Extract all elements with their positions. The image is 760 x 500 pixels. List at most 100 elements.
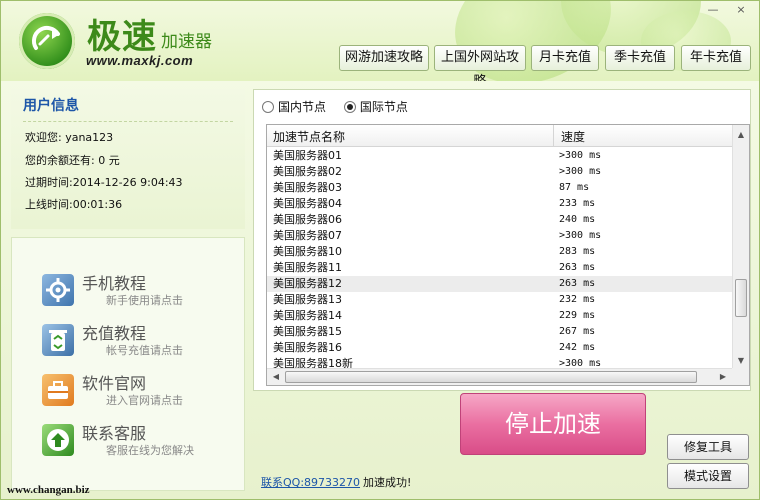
node-row[interactable]: 美国服务器07 >300 ms: [267, 228, 733, 244]
expire-text: 过期时间:2014-12-26 9:04:43: [25, 176, 183, 189]
node-speed: 233 ms: [559, 198, 596, 209]
scroll-left-icon[interactable]: ◀: [268, 369, 284, 385]
node-name: 美国服务器12: [273, 277, 342, 290]
node-name: 美国服务器11: [273, 261, 342, 274]
node-row[interactable]: 美国服务器12 263 ms: [267, 276, 733, 292]
header: 极速 加速器 www.maxkj.com — × 网游加速攻略 上国外网站攻略 …: [1, 1, 759, 81]
scroll-up-icon[interactable]: ▲: [733, 127, 749, 143]
node-speed: 263 ms: [559, 278, 596, 289]
node-name: 美国服务器06: [273, 213, 342, 226]
menu-title: 手机教程: [82, 274, 147, 293]
user-info-panel: 用户信息 欢迎您: yana123 您的余额还有: 0 元 过期时间:2014-…: [11, 89, 245, 229]
menu-subtitle: 帐号充值请点击: [106, 344, 183, 357]
toolbox-icon: [42, 374, 74, 406]
menu-panel: 手机教程 新手使用请点击 充值教程 帐号充值请点击 软件官网 进入官网请点击 联…: [11, 237, 245, 491]
node-list: 加速节点名称 速度 美国服务器01 >300 ms 美国服务器02 >300 ms 美国…: [266, 124, 750, 386]
user-info-title: 用户信息: [23, 98, 79, 114]
gear-icon: [42, 274, 74, 306]
status-message: 加速成功!: [363, 476, 412, 489]
node-speed: 87 ms: [559, 182, 590, 193]
node-speed: 267 ms: [559, 326, 596, 337]
watermark: www.changan.biz: [7, 484, 90, 496]
menu-item-official-site[interactable]: 软件官网 进入官网请点击: [42, 370, 232, 414]
menu-item-customer-service[interactable]: 联系客服 客服在线为您解决: [42, 420, 232, 464]
node-name: 美国服务器03: [273, 181, 342, 194]
minimize-button[interactable]: —: [703, 3, 723, 17]
node-name: 美国服务器14: [273, 309, 342, 322]
node-name: 美国服务器04: [273, 197, 342, 210]
node-name: 美国服务器02: [273, 165, 342, 178]
horizontal-scroll-thumb[interactable]: [285, 371, 697, 383]
radio-international-label[interactable]: 国际节点: [360, 100, 408, 114]
node-panel: 国内节点 国际节点 加速节点名称 速度 美国服务器01 >300 ms 美国服务器0…: [253, 89, 751, 391]
node-row[interactable]: 美国服务器11 263 ms: [267, 260, 733, 276]
node-speed: 229 ms: [559, 310, 596, 321]
radio-domestic[interactable]: [262, 100, 274, 113]
horizontal-scrollbar[interactable]: ◀ ▶: [267, 368, 733, 385]
menu-title: 软件官网: [82, 374, 147, 393]
node-row[interactable]: 美国服务器10 283 ms: [267, 244, 733, 260]
recycle-bin-icon: [42, 324, 74, 356]
balance-text: 您的余额还有: 0 元: [25, 154, 120, 167]
menu-subtitle: 新手使用请点击: [106, 294, 183, 307]
menu-subtitle: 进入官网请点击: [106, 394, 183, 407]
node-rows: 美国服务器01 >300 ms 美国服务器02 >300 ms 美国服务器03 87 m…: [267, 148, 733, 369]
col-header-name[interactable]: 加速节点名称: [273, 128, 345, 145]
online-time-text: 上线时间:00:01:36: [25, 198, 123, 211]
node-row[interactable]: 美国服务器14 229 ms: [267, 308, 733, 324]
node-speed: 242 ms: [559, 342, 596, 353]
brand-main: 极速: [87, 17, 157, 57]
game-guide-button[interactable]: 网游加速攻略: [339, 45, 429, 71]
menu-item-phone-tutorial[interactable]: 手机教程 新手使用请点击: [42, 270, 232, 314]
node-type-selector: 国内节点 国际节点: [262, 98, 422, 115]
node-speed: 240 ms: [559, 214, 596, 225]
node-row[interactable]: 美国服务器16 242 ms: [267, 340, 733, 356]
radio-domestic-label[interactable]: 国内节点: [278, 100, 326, 114]
node-row[interactable]: 美国服务器04 233 ms: [267, 196, 733, 212]
scroll-right-icon[interactable]: ▶: [715, 369, 731, 385]
foreign-site-guide-button[interactable]: 上国外网站攻略: [434, 45, 526, 81]
brand-sub: 加速器: [161, 32, 212, 52]
node-speed: >300 ms: [559, 230, 602, 241]
node-row[interactable]: 美国服务器13 232 ms: [267, 292, 733, 308]
col-header-speed[interactable]: 速度: [561, 128, 585, 145]
brand-url: www.maxkj.com: [86, 53, 194, 68]
menu-subtitle: 客服在线为您解决: [106, 444, 194, 457]
yearly-card-button[interactable]: 年卡充值: [681, 45, 751, 71]
repair-tool-button[interactable]: 修复工具: [667, 434, 749, 460]
node-speed: >300 ms: [559, 150, 602, 161]
quarterly-card-button[interactable]: 季卡充值: [605, 45, 675, 71]
stop-acceleration-button[interactable]: 停止加速: [460, 393, 646, 455]
close-button[interactable]: ×: [731, 3, 751, 17]
logo-icon: [19, 13, 75, 69]
divider: [23, 121, 233, 122]
node-row[interactable]: 美国服务器15 267 ms: [267, 324, 733, 340]
node-name: 美国服务器01: [273, 149, 342, 162]
mode-settings-button[interactable]: 模式设置: [667, 463, 749, 489]
node-name: 美国服务器07: [273, 229, 342, 242]
node-name: 美国服务器16: [273, 341, 342, 354]
contact-qq-link[interactable]: 联系QQ:89733270: [261, 474, 360, 490]
radio-international[interactable]: [343, 100, 356, 113]
menu-title: 联系客服: [82, 424, 147, 443]
node-row[interactable]: 美国服务器03 87 ms: [267, 180, 733, 196]
node-speed: 232 ms: [559, 294, 596, 305]
menu-item-recharge-tutorial[interactable]: 充值教程 帐号充值请点击: [42, 320, 232, 364]
node-speed: 283 ms: [559, 246, 596, 257]
vertical-scrollbar[interactable]: ▲ ▼: [732, 125, 749, 369]
node-row[interactable]: 美国服务器02 >300 ms: [267, 164, 733, 180]
node-name: 美国服务器15: [273, 325, 342, 338]
node-name: 美国服务器10: [273, 245, 342, 258]
welcome-text: 欢迎您: yana123: [25, 131, 114, 144]
node-row[interactable]: 美国服务器01 >300 ms: [267, 148, 733, 164]
up-arrow-icon: [42, 424, 74, 456]
node-name: 美国服务器13: [273, 293, 342, 306]
menu-title: 充值教程: [82, 324, 147, 343]
monthly-card-button[interactable]: 月卡充值: [531, 45, 599, 71]
vertical-scroll-thumb[interactable]: [735, 279, 747, 317]
scroll-down-icon[interactable]: ▼: [733, 353, 749, 369]
node-speed: >300 ms: [559, 166, 602, 177]
node-speed: 263 ms: [559, 262, 596, 273]
app-window: 极速 加速器 www.maxkj.com — × 网游加速攻略 上国外网站攻略 …: [0, 0, 760, 500]
node-row[interactable]: 美国服务器06 240 ms: [267, 212, 733, 228]
